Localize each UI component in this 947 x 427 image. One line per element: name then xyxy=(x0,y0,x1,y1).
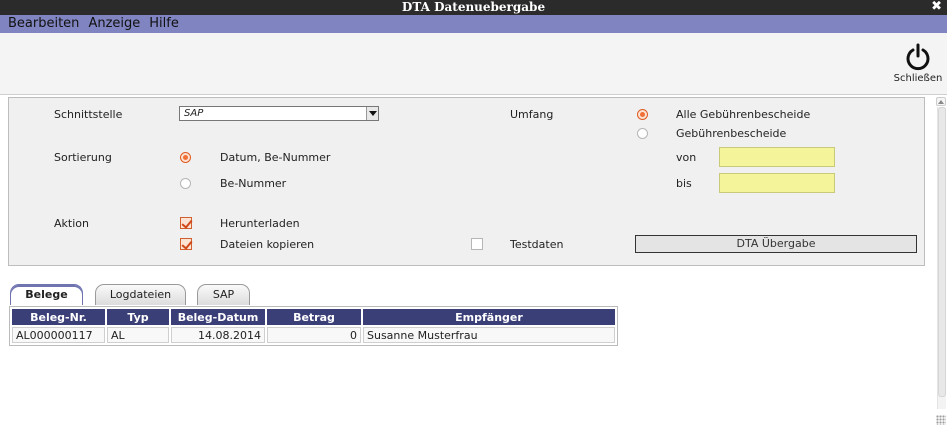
testdaten-label: Testdaten xyxy=(510,238,564,251)
settings-panel: Schnittstelle SAP Umfang Alle Gebührenbe… xyxy=(8,97,925,266)
radio-datum-be-nummer-label: Datum, Be-Nummer xyxy=(220,151,331,164)
radio-alle-gebuehrenbescheide-label: Alle Gebührenbescheide xyxy=(676,108,811,121)
menu-item-anzeige[interactable]: Anzeige xyxy=(88,15,140,33)
scroll-thumb[interactable] xyxy=(938,107,946,397)
window-titlebar: DTA Datenuebergabe ✖ xyxy=(0,0,947,15)
radio-datum-be-nummer[interactable] xyxy=(180,152,191,163)
checkbox-dateien-kopieren-label: Dateien kopieren xyxy=(220,238,315,251)
toolbar: Schließen xyxy=(0,33,947,95)
column-header-beleg-nr[interactable]: Beleg-Nr. xyxy=(12,309,105,325)
bis-label: bis xyxy=(676,177,692,190)
column-header-betrag[interactable]: Betrag xyxy=(267,309,361,325)
cell-beleg-datum: 14.08.2014 xyxy=(171,327,265,343)
cell-empfaenger: Susanne Musterfrau xyxy=(363,327,615,343)
belege-table: Beleg-Nr. Typ Beleg-Datum Betrag Empfäng… xyxy=(9,306,618,346)
scroll-up-icon[interactable] xyxy=(936,97,946,106)
close-button-label: Schließen xyxy=(893,73,943,84)
table-header-row: Beleg-Nr. Typ Beleg-Datum Betrag Empfäng… xyxy=(12,309,615,325)
window-close-icon[interactable]: ✖ xyxy=(931,0,942,14)
resize-grip-icon[interactable] xyxy=(936,415,946,425)
radio-gebuehrenbescheide[interactable] xyxy=(637,128,648,139)
cell-beleg-nr: AL000000117 xyxy=(12,327,105,343)
power-icon xyxy=(906,43,930,71)
column-header-typ[interactable]: Typ xyxy=(107,309,169,325)
menu-bar: Bearbeiten Anzeige Hilfe xyxy=(0,15,947,33)
close-button[interactable]: Schließen xyxy=(893,43,943,91)
tab-sap[interactable]: SAP xyxy=(197,284,250,305)
cell-betrag: 0 xyxy=(267,327,361,343)
radio-alle-gebuehrenbescheide[interactable] xyxy=(637,109,648,120)
menu-item-hilfe[interactable]: Hilfe xyxy=(149,15,179,33)
menu-item-bearbeiten[interactable]: Bearbeiten xyxy=(8,15,79,33)
scroll-track[interactable] xyxy=(937,107,946,409)
window-title: DTA Datenuebergabe xyxy=(401,0,546,14)
umfang-label: Umfang xyxy=(510,108,554,121)
tab-logdateien[interactable]: Logdateien xyxy=(95,284,186,305)
radio-be-nummer-label: Be-Nummer xyxy=(220,177,287,190)
von-label: von xyxy=(676,151,697,164)
checkbox-herunterladen[interactable] xyxy=(180,217,192,229)
cell-typ: AL xyxy=(107,327,169,343)
column-header-beleg-datum[interactable]: Beleg-Datum xyxy=(171,309,265,325)
tab-belege[interactable]: Belege xyxy=(10,284,83,305)
checkbox-herunterladen-label: Herunterladen xyxy=(220,217,300,230)
schnittstelle-value: SAP xyxy=(184,108,204,119)
radio-gebuehrenbescheide-label: Gebührenbescheide xyxy=(676,127,787,140)
checkbox-dateien-kopieren[interactable] xyxy=(180,238,192,250)
schnittstelle-label: Schnittstelle xyxy=(54,108,123,121)
schnittstelle-select[interactable]: SAP xyxy=(179,106,379,121)
dta-uebergabe-button[interactable]: DTA Übergabe xyxy=(635,235,917,253)
bis-input[interactable] xyxy=(719,173,835,193)
table-row[interactable]: AL000000117 AL 14.08.2014 0 Susanne Must… xyxy=(12,327,615,343)
radio-be-nummer[interactable] xyxy=(180,178,191,189)
sortierung-label: Sortierung xyxy=(54,151,112,164)
chevron-down-icon xyxy=(366,107,378,120)
checkbox-testdaten[interactable] xyxy=(471,238,483,250)
von-input[interactable] xyxy=(719,147,835,167)
aktion-label: Aktion xyxy=(54,217,89,230)
vertical-scrollbar[interactable] xyxy=(935,97,947,413)
column-header-empfaenger[interactable]: Empfänger xyxy=(363,309,615,325)
